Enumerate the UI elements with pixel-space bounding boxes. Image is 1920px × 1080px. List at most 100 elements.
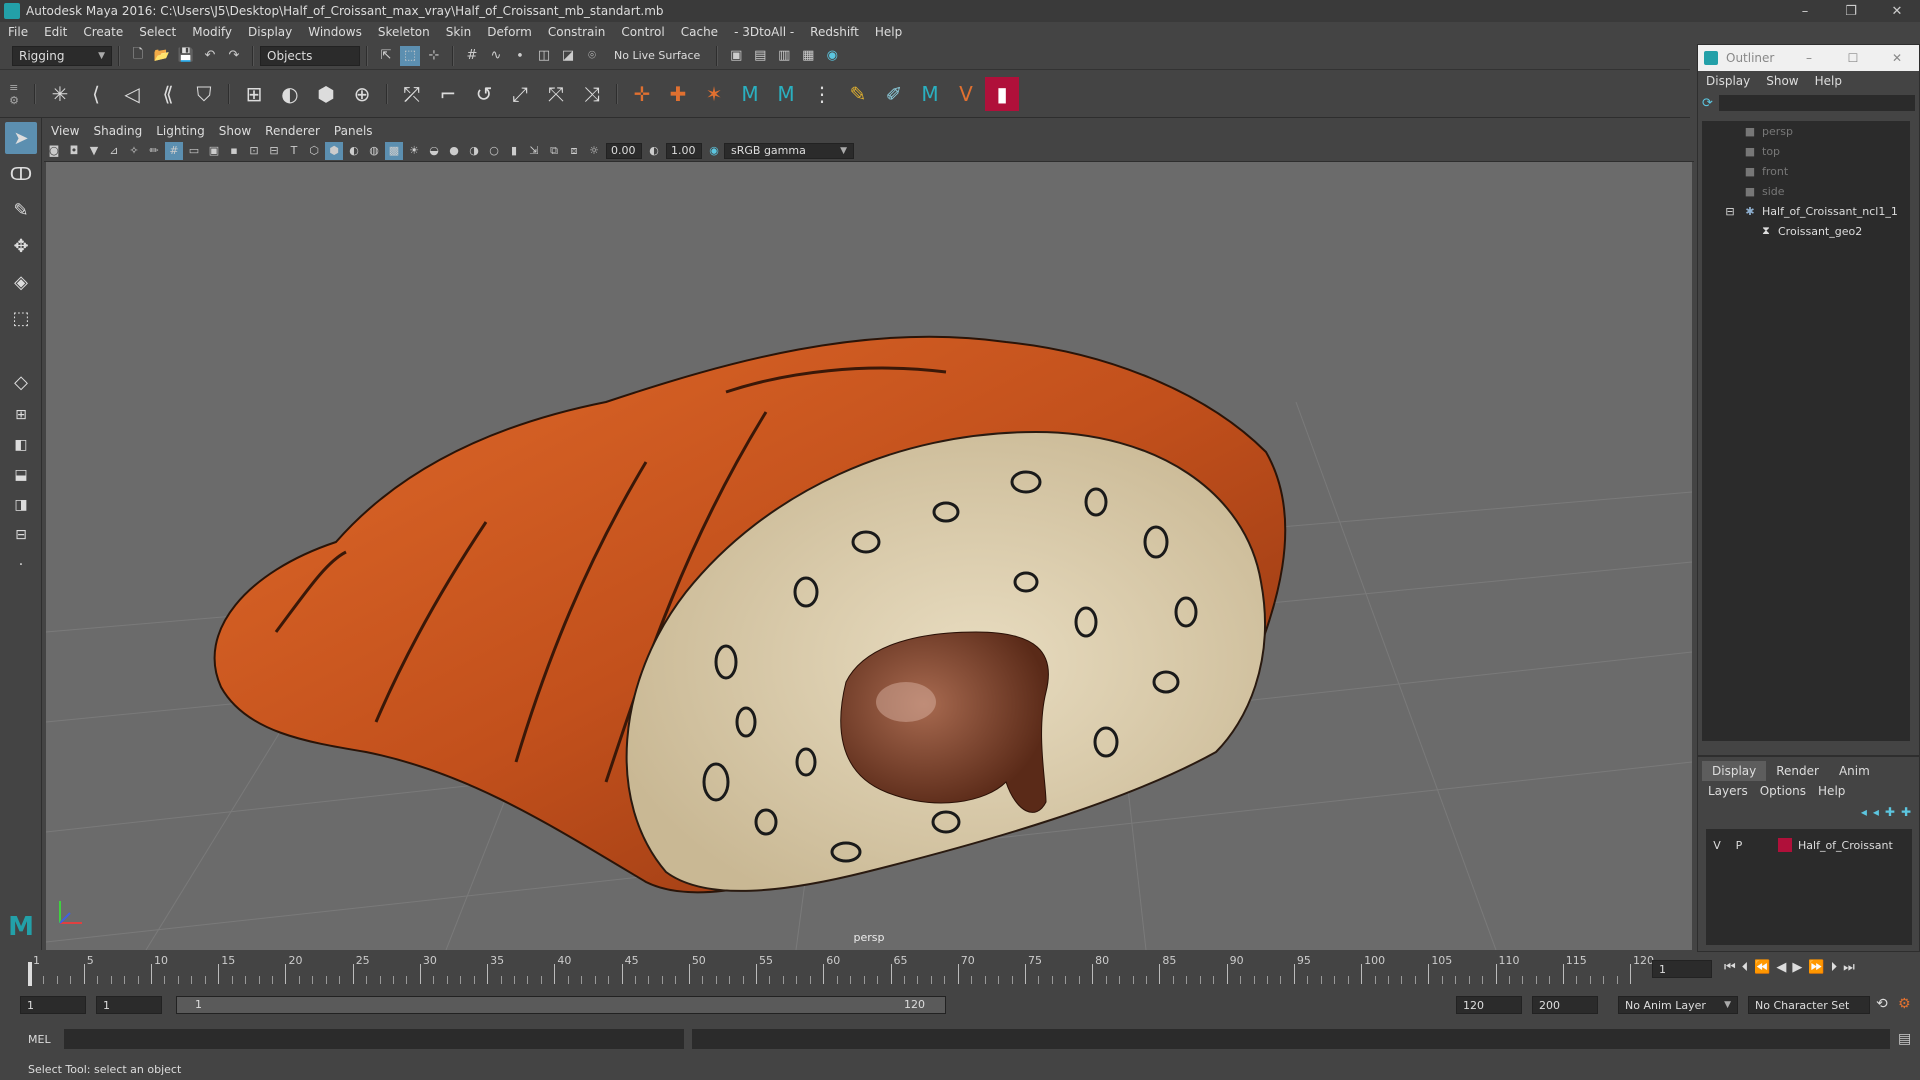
four-view-icon[interactable]: ⊞ — [5, 402, 37, 428]
exposure-icon[interactable]: ☼ — [585, 142, 603, 160]
gamma-icon[interactable]: ◐ — [645, 142, 663, 160]
menu-display[interactable]: Display — [240, 22, 300, 42]
isolate-select-icon[interactable]: ⇲ — [525, 142, 543, 160]
play-backward-icon[interactable]: ◀ — [1776, 960, 1786, 975]
shelf-options-icon[interactable]: ≡ ⚙ — [0, 70, 28, 118]
outliner-minimize-button[interactable]: – — [1787, 51, 1831, 65]
layer-playback-toggle[interactable]: P — [1728, 839, 1750, 852]
menu-3dtoall[interactable]: - 3DtoAll - — [726, 22, 802, 42]
outliner-item-persp[interactable]: ■ persp — [1702, 121, 1910, 141]
snap-point-icon[interactable]: ∙ — [510, 46, 530, 66]
snap-grid-icon[interactable]: # — [462, 46, 482, 66]
menu-skin[interactable]: Skin — [438, 22, 480, 42]
color-management-icon[interactable]: ◉ — [705, 142, 723, 160]
range-slider-bar[interactable]: 1 120 — [176, 996, 946, 1014]
perspective-viewport[interactable]: persp — [46, 162, 1692, 950]
point-constraint-icon[interactable]: ⌐ — [431, 77, 465, 111]
time-slider[interactable]: 1 5 10 15 20 25 30 35 40 45 50 55 60 65 70 75 80 85 90 95 10… — [0, 952, 1920, 988]
grid-icon[interactable]: # — [165, 141, 183, 160]
menu-create[interactable]: Create — [75, 22, 131, 42]
move-tool-icon[interactable]: ✥ — [5, 230, 37, 262]
animation-end-field[interactable]: 200 — [1532, 996, 1598, 1014]
layer-menu-layers[interactable]: Layers — [1702, 784, 1754, 798]
tab-render[interactable]: Render — [1766, 761, 1829, 781]
panel-menu-view[interactable]: View — [44, 124, 86, 138]
scale-tool-icon[interactable]: ⬚ — [5, 302, 37, 334]
select-tool-icon[interactable]: ➤ — [5, 122, 37, 154]
maximize-button[interactable]: ❐ — [1828, 0, 1874, 22]
xray-icon[interactable]: ◍ — [365, 142, 383, 160]
menu-redshift[interactable]: Redshift — [802, 22, 867, 42]
new-layer-selected-icon[interactable]: ✚ — [1901, 805, 1911, 819]
paint-select-icon[interactable]: ✎ — [5, 194, 37, 226]
outliner-search-input[interactable] — [1718, 95, 1915, 111]
outliner-maximize-button[interactable]: ☐ — [1831, 51, 1875, 65]
bookmark-icon[interactable]: ▼ — [85, 142, 103, 160]
script-language-label[interactable]: MEL — [28, 1033, 58, 1046]
open-scene-icon[interactable]: 📂 — [152, 46, 172, 66]
ik-handle-icon[interactable]: ◁ — [115, 77, 149, 111]
star-locator-icon[interactable]: ✶ — [697, 77, 731, 111]
menu-windows[interactable]: Windows — [300, 22, 370, 42]
move-layer-up-icon[interactable]: ◂ — [1861, 805, 1867, 819]
field-chart-icon[interactable]: ⊡ — [245, 142, 263, 160]
tab-anim[interactable]: Anim — [1829, 761, 1880, 781]
paint-weights-icon[interactable]: ✎ — [841, 77, 875, 111]
snap-view-icon[interactable]: ◫ — [534, 46, 554, 66]
pole-vector-icon[interactable]: ⤨ — [575, 77, 609, 111]
joint-tool-icon[interactable]: ✳ — [43, 77, 77, 111]
safe-action-icon[interactable]: ⊟ — [265, 142, 283, 160]
use-lights-icon[interactable]: ☀ — [405, 142, 423, 160]
step-forward-key-icon[interactable]: ⏵ — [1831, 960, 1838, 975]
gate-mask-icon[interactable]: ▪ — [225, 142, 243, 160]
wireframe-icon[interactable]: ⬡ — [305, 142, 323, 160]
render-settings-icon[interactable]: ▦ — [798, 46, 818, 66]
scale-constraint-icon[interactable]: ⤢ — [503, 77, 537, 111]
grease-pencil-icon[interactable]: ✏ — [145, 142, 163, 160]
maya-m3-icon[interactable]: M — [913, 77, 947, 111]
orient-constraint-icon[interactable]: ↺ — [467, 77, 501, 111]
layer-menu-help[interactable]: Help — [1812, 784, 1851, 798]
outliner-item-front[interactable]: ■ front — [1702, 161, 1910, 181]
outliner-menu-display[interactable]: Display — [1698, 74, 1758, 88]
selection-mode-dropdown[interactable]: Objects — [260, 45, 360, 66]
hypershade-icon[interactable]: ◉ — [822, 46, 842, 66]
preferences-icon[interactable]: ⚙ — [1898, 996, 1911, 1012]
exposure-field[interactable]: 0.00 — [606, 142, 642, 159]
locator-icon[interactable]: ✛ — [625, 77, 659, 111]
menu-set-dropdown[interactable]: Rigging ▼ — [12, 45, 112, 66]
layer-menu-options[interactable]: Options — [1754, 784, 1812, 798]
go-to-end-icon[interactable]: ⏭ — [1843, 960, 1855, 975]
menu-control[interactable]: Control — [613, 22, 672, 42]
menu-select[interactable]: Select — [131, 22, 184, 42]
rotate-tool-icon[interactable]: ◈ — [5, 266, 37, 298]
panel-menu-shading[interactable]: Shading — [86, 124, 149, 138]
view-transform-dropdown[interactable]: sRGB gamma ▼ — [724, 142, 854, 159]
xray-joints-icon[interactable]: ⧉ — [545, 142, 563, 160]
outliner-item-mesh[interactable]: ⧗ Croissant_geo2 — [1702, 221, 1910, 241]
playback-end-field[interactable]: 120 — [1456, 996, 1522, 1014]
cross-locator-icon[interactable]: ✚ — [661, 77, 695, 111]
2d-pan-icon[interactable]: ✧ — [125, 142, 143, 160]
snap-surface-icon[interactable]: ◪ — [558, 46, 578, 66]
panel-menu-lighting[interactable]: Lighting — [149, 124, 212, 138]
redo-icon[interactable]: ↷ — [224, 46, 244, 66]
layout-horizontal-icon[interactable]: ⊟ — [5, 522, 37, 548]
menu-help[interactable]: Help — [867, 22, 910, 42]
camera-attr-icon[interactable]: ◘ — [65, 142, 83, 160]
menu-deform[interactable]: Deform — [479, 22, 540, 42]
select-component-icon[interactable]: ⊹ — [424, 46, 444, 66]
outliner-item-top[interactable]: ■ top — [1702, 141, 1910, 161]
lasso-tool-icon[interactable]: ↀ — [5, 158, 37, 190]
menu-edit[interactable]: Edit — [36, 22, 75, 42]
layer-row[interactable]: V P Half_of_Croissant — [1706, 835, 1912, 855]
shadows-icon[interactable]: ◒ — [425, 142, 443, 160]
brush-icon[interactable]: ✐ — [877, 77, 911, 111]
ik-spline-icon[interactable]: ⟪ — [151, 77, 185, 111]
save-scene-icon[interactable]: 💾 — [176, 46, 196, 66]
tab-display[interactable]: Display — [1702, 761, 1767, 781]
outliner-item-group[interactable]: ⊟ ✱ Half_of_Croissant_ncl1_1 — [1702, 201, 1910, 221]
make-live-icon[interactable]: ⌾ — [582, 46, 602, 66]
panel-menu-show[interactable]: Show — [212, 124, 258, 138]
single-view-icon[interactable]: ◇ — [5, 366, 37, 398]
